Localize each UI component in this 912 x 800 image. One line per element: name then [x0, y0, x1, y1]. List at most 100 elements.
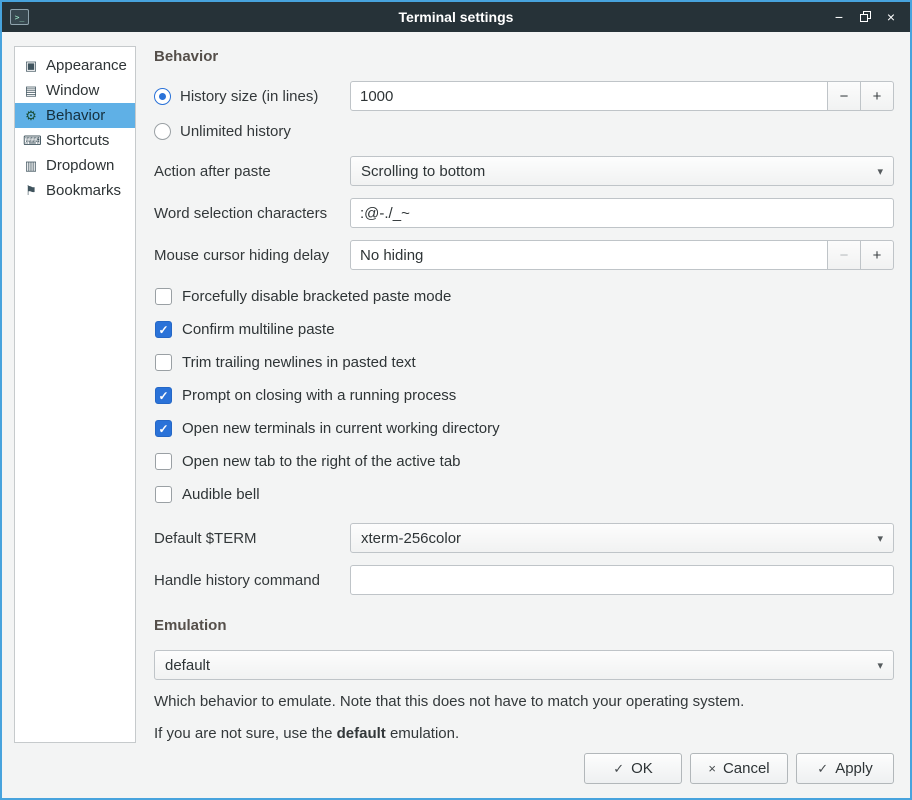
sidebar-item-window[interactable]: ▤ Window — [15, 78, 135, 103]
history-size-value[interactable]: 1000 — [350, 81, 828, 111]
handle-history-row: Handle history command — [154, 565, 894, 595]
mouse-cursor-delay-value[interactable]: No hiding — [350, 240, 828, 270]
cancel-button-label: Cancel — [723, 760, 770, 777]
check-icon: ✓ — [158, 423, 168, 435]
sidebar-item-label: Bookmarks — [46, 182, 121, 199]
history-size-radio[interactable] — [154, 88, 171, 105]
mouse-cursor-delay-spinbox: No hiding − + — [350, 240, 894, 270]
window-controls: − × — [828, 6, 902, 28]
checkbox-row-prompt-closing[interactable]: ✓ Prompt on closing with a running proce… — [155, 387, 894, 404]
action-after-paste-value: Scrolling to bottom — [361, 163, 485, 180]
chevron-down-icon: ▾ — [877, 165, 883, 178]
chevron-down-icon: ▾ — [877, 659, 883, 672]
appearance-icon: ▣ — [23, 58, 39, 74]
mouse-cursor-delay-row: Mouse cursor hiding delay No hiding − + — [154, 240, 894, 270]
terminal-app-icon: >_ — [10, 9, 29, 25]
sidebar: ▣ Appearance ▤ Window ⚙ Behavior ⌨ Short… — [14, 46, 136, 743]
checkbox-row-trim-newlines[interactable]: ✓ Trim trailing newlines in pasted text — [155, 354, 894, 371]
sidebar-item-label: Behavior — [46, 107, 105, 124]
checkbox[interactable]: ✓ — [155, 288, 172, 305]
emulation-help-line1: Which behavior to emulate. Note that thi… — [154, 692, 894, 712]
behavior-icon: ⚙ — [23, 108, 39, 124]
checkbox-label: Forcefully disable bracketed paste mode — [182, 288, 451, 305]
checkbox-label: Trim trailing newlines in pasted text — [182, 354, 416, 371]
sidebar-item-label: Dropdown — [46, 157, 114, 174]
checkbox[interactable]: ✓ — [155, 321, 172, 338]
checkbox[interactable]: ✓ — [155, 486, 172, 503]
dialog-body: ▣ Appearance ▤ Window ⚙ Behavior ⌨ Short… — [2, 32, 910, 743]
checkbox-label: Open new tab to the right of the active … — [182, 453, 461, 470]
apply-button-label: Apply — [835, 760, 873, 777]
emulation-help-line2: If you are not sure, use the default emu… — [154, 724, 894, 744]
checkbox-row-open-cwd[interactable]: ✓ Open new terminals in current working … — [155, 420, 894, 437]
history-size-option[interactable]: History size (in lines) — [154, 88, 350, 105]
check-icon: ✓ — [158, 324, 168, 336]
checkbox-row-confirm-multiline[interactable]: ✓ Confirm multiline paste — [155, 321, 894, 338]
shortcuts-icon: ⌨ — [23, 133, 39, 149]
unlimited-history-radio[interactable] — [154, 123, 171, 140]
unlimited-history-label: Unlimited history — [180, 123, 291, 140]
checkbox-label: Open new terminals in current working di… — [182, 420, 500, 437]
bookmarks-icon: ⚑ — [23, 183, 39, 199]
checkbox[interactable]: ✓ — [155, 387, 172, 404]
apply-check-icon: ✓ — [817, 761, 828, 777]
handle-history-input[interactable] — [350, 565, 894, 595]
sidebar-item-label: Appearance — [46, 57, 127, 74]
dialog-footer: ✓ OK × Cancel ✓ Apply — [2, 743, 910, 798]
sidebar-item-label: Window — [46, 82, 99, 99]
cancel-button[interactable]: × Cancel — [690, 753, 788, 784]
window-title: Terminal settings — [2, 9, 910, 25]
restore-button[interactable] — [854, 6, 876, 28]
checkbox-row-tab-right[interactable]: ✓ Open new tab to the right of the activ… — [155, 453, 894, 470]
sidebar-item-appearance[interactable]: ▣ Appearance — [15, 53, 135, 78]
minimize-button[interactable]: − — [828, 6, 850, 28]
chevron-down-icon: ▾ — [877, 532, 883, 545]
emulation-value: default — [165, 657, 210, 674]
action-after-paste-select[interactable]: Scrolling to bottom ▾ — [350, 156, 894, 186]
default-term-row: Default $TERM xterm-256color ▾ — [154, 523, 894, 553]
sidebar-item-dropdown[interactable]: ▥ Dropdown — [15, 153, 135, 178]
apply-button[interactable]: ✓ Apply — [796, 753, 894, 784]
mouse-cursor-delay-decrement-button[interactable]: − — [828, 240, 861, 270]
ok-check-icon: ✓ — [613, 761, 624, 777]
ok-button-label: OK — [631, 760, 653, 777]
sidebar-item-shortcuts[interactable]: ⌨ Shortcuts — [15, 128, 135, 153]
mouse-cursor-delay-label: Mouse cursor hiding delay — [154, 247, 350, 264]
behavior-panel: Behavior History size (in lines) 1000 − … — [154, 46, 894, 743]
behavior-checkbox-group: ✓ Forcefully disable bracketed paste mod… — [154, 288, 894, 519]
mouse-cursor-delay-increment-button[interactable]: + — [861, 240, 894, 270]
action-after-paste-label: Action after paste — [154, 163, 350, 180]
action-after-paste-row: Action after paste Scrolling to bottom ▾ — [154, 156, 894, 186]
default-term-label: Default $TERM — [154, 530, 350, 547]
restore-icon — [860, 10, 871, 24]
unlimited-history-option[interactable]: Unlimited history — [154, 123, 299, 140]
checkbox[interactable]: ✓ — [155, 453, 172, 470]
ok-button[interactable]: ✓ OK — [584, 753, 682, 784]
sidebar-item-bookmarks[interactable]: ⚑ Bookmarks — [15, 178, 135, 203]
checkbox-label: Audible bell — [182, 486, 260, 503]
checkbox-row-bracketed-paste[interactable]: ✓ Forcefully disable bracketed paste mod… — [155, 288, 894, 305]
emulation-select[interactable]: default ▾ — [154, 650, 894, 680]
checkbox[interactable]: ✓ — [155, 354, 172, 371]
default-term-select[interactable]: xterm-256color ▾ — [350, 523, 894, 553]
history-size-increment-button[interactable]: + — [861, 81, 894, 111]
emulation-section: Emulation default ▾ Which behavior to em… — [154, 615, 894, 745]
behavior-section-title: Behavior — [154, 48, 894, 65]
checkbox-label: Prompt on closing with a running process — [182, 387, 456, 404]
cancel-x-icon: × — [708, 761, 716, 776]
close-button[interactable]: × — [880, 6, 902, 28]
sidebar-item-behavior[interactable]: ⚙ Behavior — [15, 103, 135, 128]
sidebar-item-label: Shortcuts — [46, 132, 109, 149]
default-term-value: xterm-256color — [361, 530, 461, 547]
word-selection-input[interactable] — [350, 198, 894, 228]
history-size-decrement-button[interactable]: − — [828, 81, 861, 111]
checkbox-label: Confirm multiline paste — [182, 321, 335, 338]
checkbox[interactable]: ✓ — [155, 420, 172, 437]
checkbox-row-audible-bell[interactable]: ✓ Audible bell — [155, 486, 894, 503]
titlebar[interactable]: >_ Terminal settings − × — [2, 2, 910, 32]
dropdown-icon: ▥ — [23, 158, 39, 174]
check-icon: ✓ — [158, 390, 168, 402]
history-size-row: History size (in lines) 1000 − + — [154, 81, 894, 111]
terminal-settings-window: >_ Terminal settings − × ▣ Appearance — [0, 0, 912, 800]
window-icon: ▤ — [23, 83, 39, 99]
